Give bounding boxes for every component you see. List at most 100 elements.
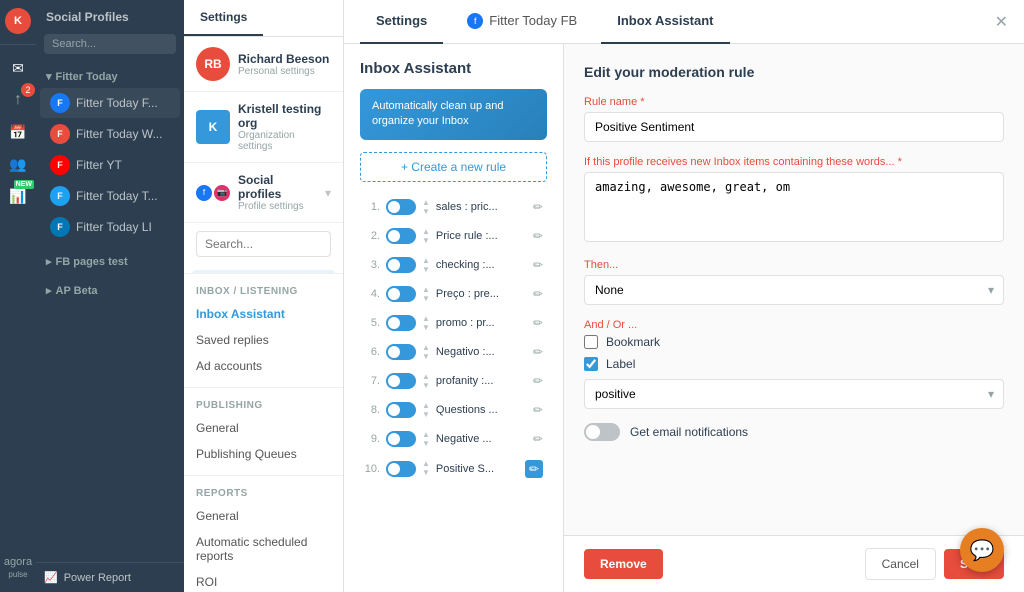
- close-icon[interactable]: ✕: [995, 12, 1008, 32]
- rule-toggle-5[interactable]: [386, 315, 416, 331]
- rule-edit-6[interactable]: ✏: [533, 345, 543, 359]
- profile-richard[interactable]: RB Richard Beeson Personal settings: [184, 37, 343, 92]
- edit-rule-title: Edit your moderation rule: [584, 64, 1004, 80]
- rule-toggle-1[interactable]: [386, 199, 416, 215]
- rule-down-8[interactable]: ▼: [422, 411, 430, 419]
- sidebar-item-fitter-fb[interactable]: F Fitter Today F...: [40, 88, 180, 118]
- rule-down-3[interactable]: ▼: [422, 266, 430, 274]
- rule-up-2[interactable]: ▲: [422, 228, 430, 236]
- rule-edit-2[interactable]: ✏: [533, 229, 543, 243]
- email-notifications-label: Get email notifications: [630, 425, 748, 439]
- power-report-icon: 📈: [44, 571, 58, 584]
- sidebar-group-header-fitter[interactable]: ▾ Fitter Today: [36, 66, 184, 87]
- rule-toggle-8[interactable]: [386, 402, 416, 418]
- nav-ad-accounts[interactable]: Ad accounts: [184, 353, 343, 379]
- rule-edit-3[interactable]: ✏: [533, 258, 543, 272]
- chat-bubble[interactable]: 💬: [960, 528, 1004, 572]
- main-content: Settings f Fitter Today FB Inbox Assista…: [344, 0, 1024, 592]
- rule-edit-9[interactable]: ✏: [533, 432, 543, 446]
- sidebar-item-fitter-yt[interactable]: F Fitter YT: [40, 150, 180, 180]
- rule-up-5[interactable]: ▲: [422, 315, 430, 323]
- rule-down-7[interactable]: ▼: [422, 382, 430, 390]
- rule-down-2[interactable]: ▼: [422, 237, 430, 245]
- rule-toggle-6[interactable]: [386, 344, 416, 360]
- settings-search-input[interactable]: [196, 231, 331, 257]
- label-checkbox[interactable]: [584, 357, 598, 371]
- rule-up-1[interactable]: ▲: [422, 199, 430, 207]
- notifications-icon[interactable]: ↑: [5, 87, 31, 113]
- rule-item-8: 8. ▲ ▼ Questions ... ✏: [360, 397, 547, 424]
- tab-inbox-assistant[interactable]: Inbox Assistant: [601, 0, 729, 44]
- main-header: Settings f Fitter Today FB Inbox Assista…: [344, 0, 1024, 44]
- rule-down-4[interactable]: ▼: [422, 295, 430, 303]
- rule-toggle-7[interactable]: [386, 373, 416, 389]
- nav-auto-scheduled[interactable]: Automatic scheduled reports: [184, 529, 343, 569]
- rule-toggle-4[interactable]: [386, 286, 416, 302]
- bookmark-label[interactable]: Bookmark: [606, 335, 660, 349]
- sidebar-search-input[interactable]: [44, 34, 176, 54]
- rule-down-5[interactable]: ▼: [422, 324, 430, 332]
- cancel-button[interactable]: Cancel: [865, 548, 936, 580]
- calendar-icon[interactable]: 📅: [5, 119, 31, 145]
- compose-icon[interactable]: ✉: [5, 55, 31, 81]
- nav-inbox-assistant[interactable]: Inbox Assistant: [184, 301, 343, 327]
- rule-toggle-3[interactable]: [386, 257, 416, 273]
- rule-edit-4[interactable]: ✏: [533, 287, 543, 301]
- nav-publishing-queues[interactable]: Publishing Queues: [184, 441, 343, 467]
- rule-toggle-10[interactable]: [386, 461, 416, 477]
- bookmark-checkbox[interactable]: [584, 335, 598, 349]
- nav-roi[interactable]: ROI: [184, 569, 343, 592]
- email-notifications-toggle[interactable]: [584, 423, 620, 441]
- nav-reports-general[interactable]: General: [184, 503, 343, 529]
- rule-down-10[interactable]: ▼: [422, 469, 430, 477]
- sidebar-item-fitter-li[interactable]: F Fitter Today LI: [40, 212, 180, 242]
- tab-settings[interactable]: Settings: [184, 0, 263, 36]
- rule-edit-1[interactable]: ✏: [533, 200, 543, 214]
- rule-arrows-2: ▲ ▼: [422, 228, 430, 245]
- tab-fitter-today-fb[interactable]: f Fitter Today FB: [451, 0, 593, 44]
- power-report-link[interactable]: 📈 Power Report: [36, 562, 184, 592]
- rule-edit-7[interactable]: ✏: [533, 374, 543, 388]
- nav-saved-replies[interactable]: Saved replies: [184, 327, 343, 353]
- profile-avatar-kristell: K: [196, 110, 230, 144]
- remove-button[interactable]: Remove: [584, 549, 663, 579]
- rule-toggle-9[interactable]: [386, 431, 416, 447]
- sidebar-item-fitter-tw[interactable]: F Fitter Today T...: [40, 181, 180, 211]
- tab-settings-main[interactable]: Settings: [360, 0, 443, 44]
- rule-down-9[interactable]: ▼: [422, 440, 430, 448]
- rule-item-7: 7. ▲ ▼ profanity :... ✏: [360, 368, 547, 395]
- rule-name-input[interactable]: [584, 112, 1004, 142]
- sidebar-group-header-ap[interactable]: ▸ AP Beta: [36, 280, 184, 301]
- rule-up-7[interactable]: ▲: [422, 373, 430, 381]
- then-select[interactable]: None Bookmark Label Assign: [584, 275, 1004, 305]
- rule-toggle-2[interactable]: [386, 228, 416, 244]
- rule-arrows-4: ▲ ▼: [422, 286, 430, 303]
- user-avatar[interactable]: K: [5, 8, 31, 34]
- toggle-row-email: Get email notifications: [584, 423, 1004, 441]
- label-select[interactable]: positive negative neutral: [584, 379, 1004, 409]
- team-icon[interactable]: 👥: [5, 151, 31, 177]
- create-new-rule-button[interactable]: + Create a new rule: [360, 152, 547, 182]
- settings-nav-publishing: Publishing General Publishing Queues: [184, 388, 343, 476]
- analytics-icon[interactable]: 📊 NEW: [5, 183, 31, 209]
- profile-kristell[interactable]: K Kristell testing org Organization sett…: [184, 92, 343, 163]
- sidebar-group-header-fb[interactable]: ▸ FB pages test: [36, 251, 184, 272]
- label-checkbox-label[interactable]: Label: [606, 357, 635, 371]
- rule-up-9[interactable]: ▲: [422, 431, 430, 439]
- settings-nav-reports: Reports General Automatic scheduled repo…: [184, 476, 343, 592]
- rule-down-6[interactable]: ▼: [422, 353, 430, 361]
- sidebar-item-fitter-w[interactable]: F Fitter Today W...: [40, 119, 180, 149]
- rule-up-3[interactable]: ▲: [422, 257, 430, 265]
- profile-social[interactable]: f 📷 Social profiles Profile settings ▾: [184, 163, 343, 223]
- rule-up-4[interactable]: ▲: [422, 286, 430, 294]
- nav-general-pub[interactable]: General: [184, 415, 343, 441]
- rule-down-1[interactable]: ▼: [422, 208, 430, 216]
- rule-edit-8[interactable]: ✏: [533, 403, 543, 417]
- rule-up-8[interactable]: ▲: [422, 402, 430, 410]
- header-fb-icon: f: [467, 13, 483, 29]
- rule-edit-5[interactable]: ✏: [533, 316, 543, 330]
- words-textarea[interactable]: amazing, awesome, great, om: [584, 172, 1004, 242]
- rule-edit-10[interactable]: ✏: [525, 460, 543, 478]
- rule-up-6[interactable]: ▲: [422, 344, 430, 352]
- rule-up-10[interactable]: ▲: [422, 460, 430, 468]
